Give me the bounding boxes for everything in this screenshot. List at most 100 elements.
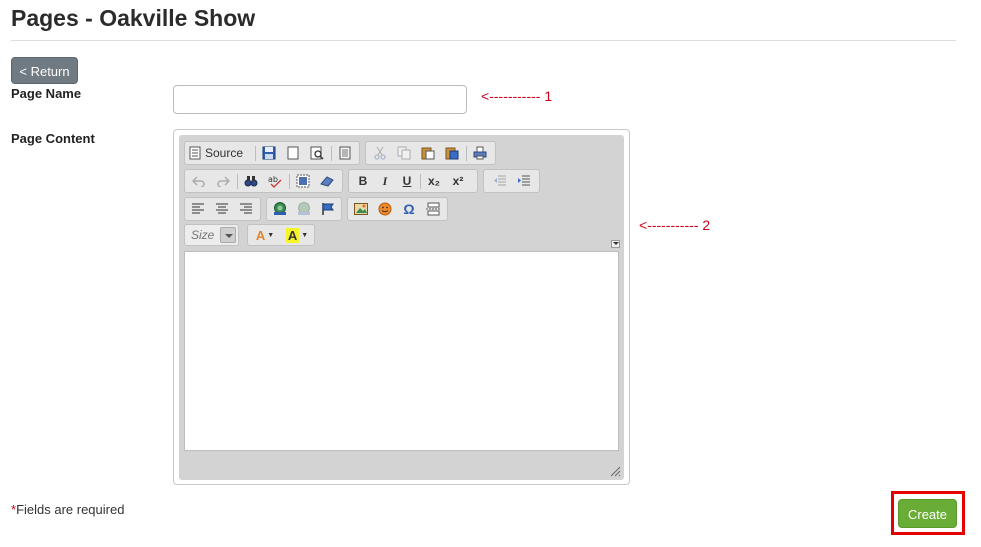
align-center-icon — [216, 203, 228, 214]
rich-text-editor: Source ab B I U x₂ x² Ω Size A ▼ A ▼ — [173, 129, 630, 485]
title-divider — [11, 40, 956, 41]
cut-icon — [374, 146, 386, 160]
print-icon — [473, 146, 487, 160]
source-button[interactable]: Source — [189, 144, 253, 162]
indent-icon — [518, 175, 530, 186]
new-page-button[interactable] — [283, 144, 303, 162]
background-color-icon: A — [285, 227, 300, 243]
select-all-icon — [296, 174, 310, 188]
toolbar-group-editing: ab — [184, 169, 343, 193]
page-break-button[interactable] — [423, 200, 443, 218]
italic-button[interactable]: I — [375, 172, 395, 190]
smiley-button[interactable] — [375, 200, 395, 218]
page-break-icon — [426, 202, 440, 216]
anchor-icon — [322, 203, 334, 215]
paste-word-icon — [445, 147, 459, 160]
undo-button[interactable] — [189, 172, 209, 190]
page-title: Pages - Oakville Show — [11, 5, 256, 31]
unlink-button[interactable] — [294, 200, 314, 218]
save-button[interactable] — [259, 144, 279, 162]
save-icon — [262, 146, 276, 160]
paste-from-word-button[interactable] — [442, 144, 462, 162]
find-icon — [244, 176, 258, 187]
indent-button[interactable] — [514, 172, 534, 190]
preview-icon — [310, 146, 324, 160]
align-left-icon — [192, 203, 204, 214]
smiley-icon — [378, 202, 392, 216]
align-right-icon — [240, 203, 252, 214]
toolbar-separator — [289, 174, 290, 189]
remove-format-button[interactable] — [317, 172, 337, 190]
special-char-button[interactable]: Ω — [399, 200, 419, 218]
return-button[interactable]: < Return — [11, 57, 78, 84]
unlink-icon — [298, 202, 310, 215]
paste-button[interactable] — [418, 144, 438, 162]
underline-button[interactable]: U — [397, 172, 417, 190]
spellcheck-icon: ab — [268, 175, 282, 188]
paste-icon — [421, 147, 435, 160]
anchor-button[interactable] — [318, 200, 338, 218]
create-button[interactable]: Create — [898, 499, 957, 528]
required-text: Fields are required — [16, 502, 125, 517]
resize-handle-icon[interactable] — [609, 465, 621, 477]
svg-text:ab: ab — [268, 175, 278, 184]
align-left-button[interactable] — [188, 200, 208, 218]
chevron-down-icon: ▼ — [267, 231, 275, 239]
redo-button[interactable] — [213, 172, 233, 190]
copy-icon — [397, 146, 411, 160]
templates-icon — [339, 146, 351, 160]
copy-button[interactable] — [394, 144, 414, 162]
subscript-button[interactable]: x₂ — [424, 172, 444, 190]
cut-button[interactable] — [370, 144, 390, 162]
align-right-button[interactable] — [236, 200, 256, 218]
background-color-button[interactable]: A ▼ — [283, 226, 311, 244]
preview-button[interactable] — [307, 144, 327, 162]
editor-content-area[interactable] — [184, 251, 619, 451]
chevron-down-icon[interactable] — [220, 227, 236, 243]
page-content-label: Page Content — [11, 131, 95, 146]
select-all-button[interactable] — [293, 172, 313, 190]
print-button[interactable] — [470, 144, 490, 162]
toolbar-group-insert: Ω — [347, 197, 448, 221]
page-name-label: Page Name — [11, 86, 82, 101]
bold-button[interactable]: B — [353, 172, 373, 190]
toolbar-group-document: Source — [184, 141, 360, 165]
toolbar-separator — [420, 174, 421, 189]
source-icon — [189, 146, 201, 160]
font-size-label: Size — [191, 228, 215, 242]
required-fields-note: *Fields are required — [11, 502, 124, 517]
source-label: Source — [205, 146, 244, 160]
page-name-input[interactable] — [173, 85, 467, 114]
toolbar-group-align — [184, 197, 261, 221]
toolbar-separator — [331, 146, 332, 161]
toolbar-group-colors: A ▼ A ▼ — [247, 224, 315, 246]
link-button[interactable] — [270, 200, 290, 218]
annotation-arrow-2: <----------- 2 — [639, 217, 711, 233]
remove-format-icon — [320, 176, 334, 187]
text-color-button[interactable]: A ▼ — [251, 226, 279, 244]
image-button[interactable] — [351, 200, 371, 218]
toolbar-group-basic-styles: B I U x₂ x² — [348, 169, 478, 193]
redo-icon — [217, 176, 230, 187]
toolbar-group-links — [266, 197, 342, 221]
link-icon — [274, 202, 286, 215]
align-center-button[interactable] — [212, 200, 232, 218]
spellcheck-button[interactable]: ab — [265, 172, 285, 190]
annotation-arrow-1: <----------- 1 — [481, 88, 553, 104]
toolbar-separator — [466, 146, 467, 161]
superscript-button[interactable]: x² — [448, 172, 468, 190]
collapse-toolbar-button[interactable] — [611, 240, 620, 248]
chevron-down-icon: ▼ — [301, 231, 309, 239]
font-size-combo[interactable]: Size — [184, 224, 239, 246]
find-button[interactable] — [241, 172, 261, 190]
editor-chrome: Source ab B I U x₂ x² Ω Size A ▼ A ▼ — [179, 135, 624, 480]
text-color-icon: A — [255, 227, 266, 243]
toolbar-group-clipboard — [365, 141, 496, 165]
new-page-icon — [287, 146, 299, 160]
templates-button[interactable] — [335, 144, 355, 162]
outdent-button[interactable] — [490, 172, 510, 190]
toolbar-separator — [255, 146, 256, 161]
image-icon — [354, 203, 368, 215]
undo-icon — [192, 176, 205, 187]
outdent-icon — [494, 175, 506, 186]
